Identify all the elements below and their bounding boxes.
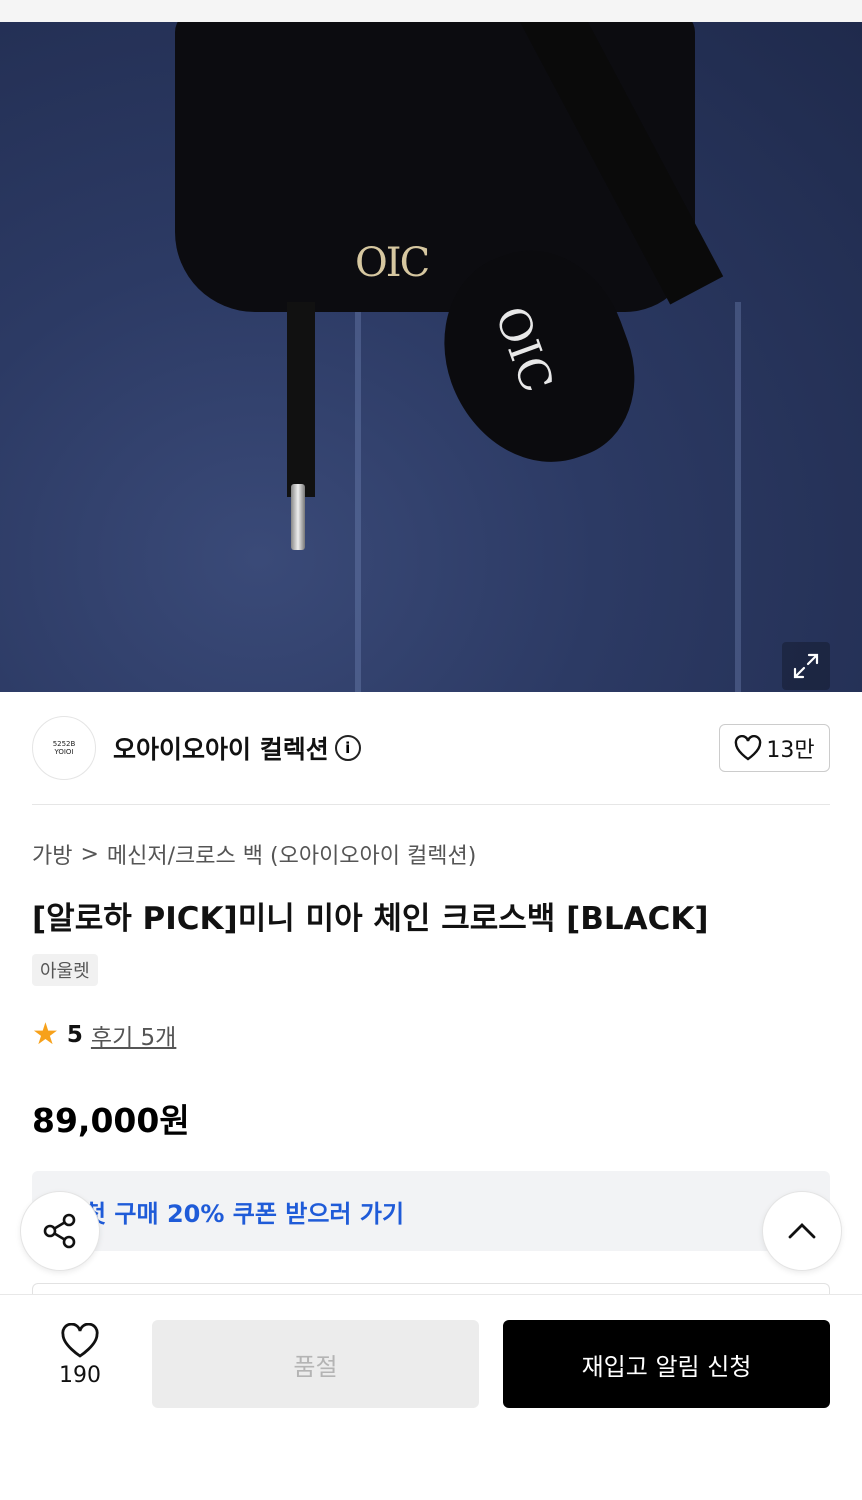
rating-score: 5 [66, 1022, 83, 1048]
like-count: 190 [59, 1363, 101, 1388]
chevron-up-icon [788, 1223, 816, 1239]
restock-alert-button[interactable]: 재입고 알림 신청 [503, 1320, 830, 1408]
product-price: 89,000원 [32, 1101, 190, 1140]
divider [32, 804, 830, 805]
brand-avatar-text: 5252B [52, 740, 76, 748]
star-icon: ★ [32, 1017, 59, 1052]
brand-row[interactable]: 5252B YOIOI 오아이오아이 컬렉션 i 13만 [32, 716, 830, 780]
chevron-right-icon: > [80, 841, 99, 867]
breadcrumb-subcategory[interactable]: 메신저/크로스 백 (오아이오아이 컬렉션) [107, 838, 476, 870]
bag-cord [287, 302, 315, 497]
denim-seam [735, 302, 741, 692]
favorite-count: 13만 [766, 738, 815, 763]
coupon-banner[interactable]: 첫 구매 20% 쿠폰 받으러 가기 › [32, 1171, 830, 1251]
brand-avatar-text: YOIOI [54, 748, 74, 756]
status-bar [0, 0, 862, 22]
soldout-button: 품절 [152, 1320, 479, 1408]
outlet-badge: 아울렛 [32, 954, 98, 986]
bag-logo: OIC [355, 240, 430, 286]
breadcrumb: 가방 > 메신저/크로스 백 (오아이오아이 컬렉션) [32, 838, 476, 870]
coupon-label: 첫 구매 20% 쿠폰 받으러 가기 [84, 1199, 405, 1228]
heart-icon [61, 1323, 99, 1358]
breadcrumb-category[interactable]: 가방 [32, 838, 72, 870]
brand-name[interactable]: 오아이오아이 컬렉션 [113, 730, 329, 766]
like-button[interactable]: 190 [40, 1323, 120, 1388]
share-button[interactable] [20, 1191, 100, 1271]
brand-avatar[interactable]: 5252B YOIOI [32, 716, 96, 780]
info-icon[interactable]: i [334, 735, 361, 761]
share-icon [43, 1213, 76, 1249]
heart-icon [735, 735, 762, 761]
brand-favorite-button[interactable]: 13만 [719, 724, 830, 772]
bottom-action-bar: 190 품절 재입고 알림 신청 [0, 1294, 862, 1500]
product-title: [알로하 PICK]미니 미아 체인 크로스백 [BLACK] [32, 901, 709, 937]
cord-tip [291, 484, 305, 550]
denim-seam [355, 302, 361, 692]
expand-icon[interactable] [782, 642, 830, 690]
scroll-top-button[interactable] [762, 1191, 842, 1271]
review-link[interactable]: 후기 5개 [91, 1018, 176, 1052]
rating: ★ 5 후기 5개 [32, 1018, 176, 1052]
product-image[interactable]: OIC OIC [0, 22, 862, 692]
